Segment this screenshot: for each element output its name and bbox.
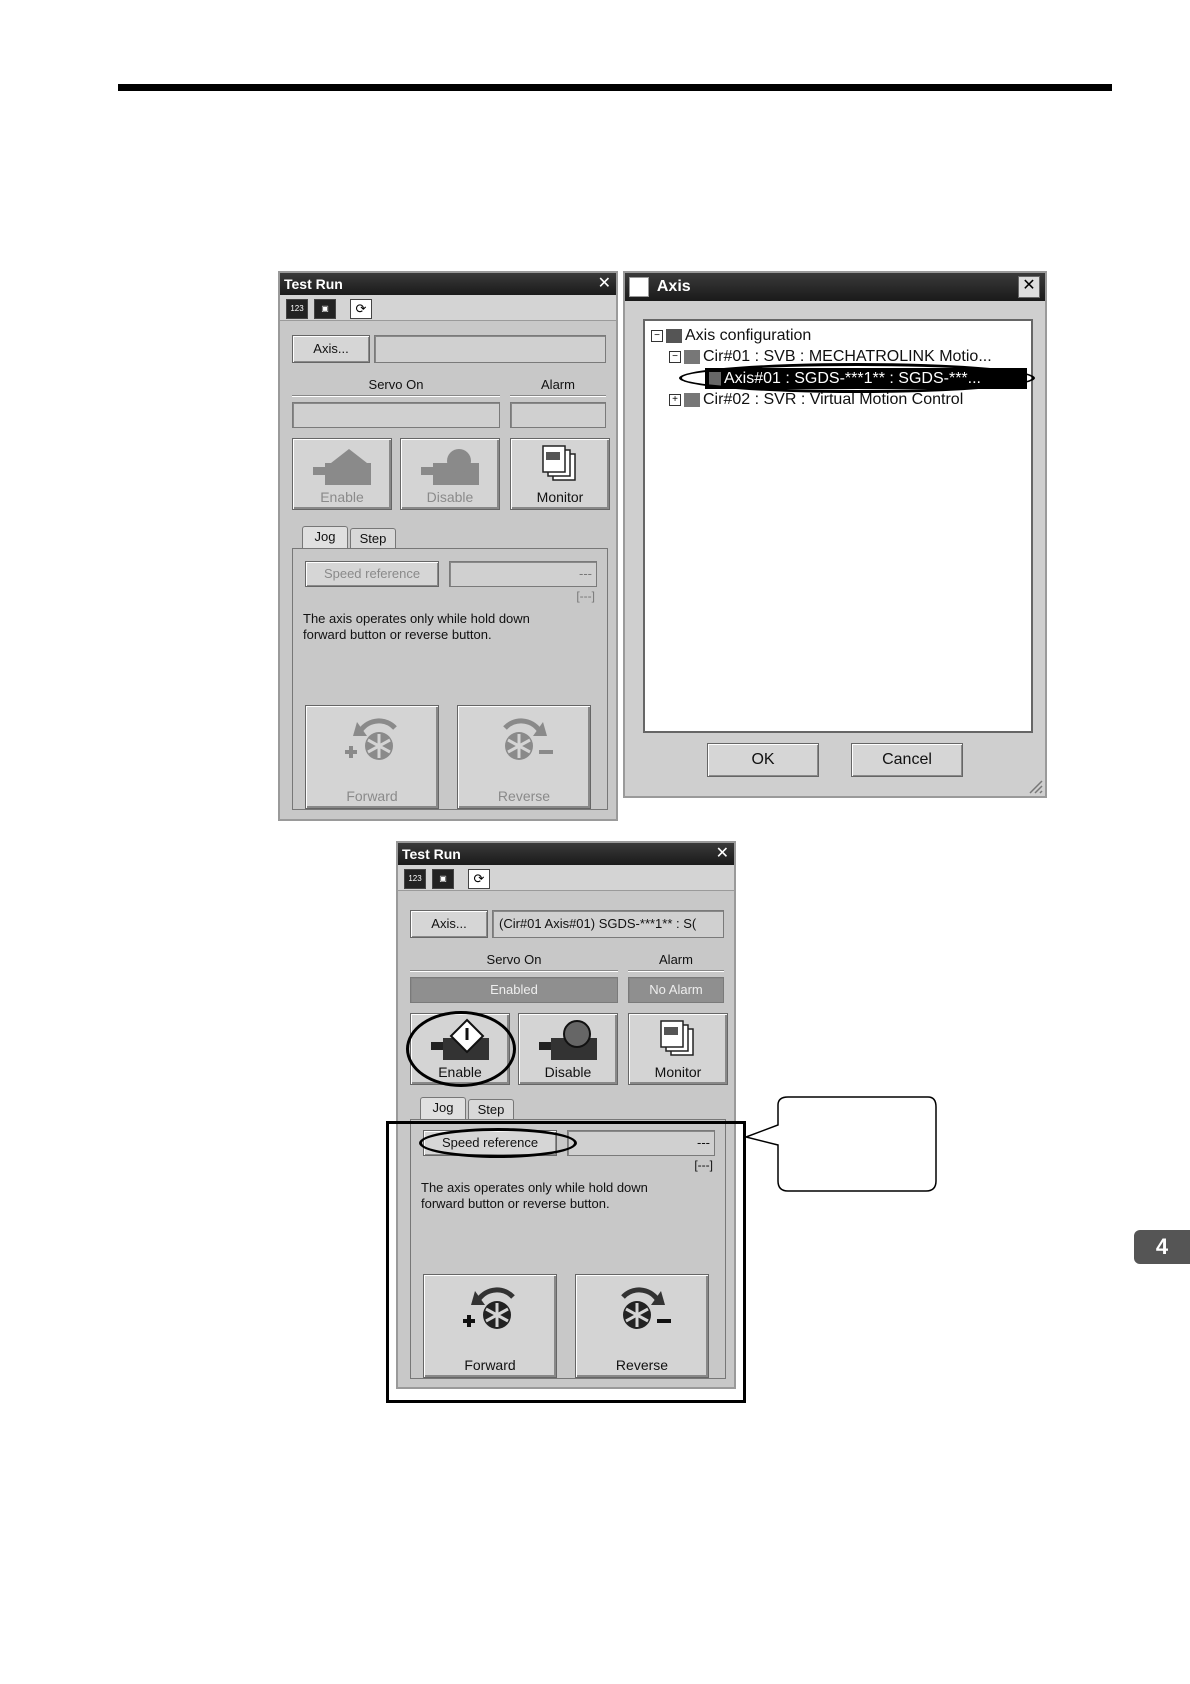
servo-disable-icon (539, 1020, 597, 1060)
forward-rotation-icon (345, 718, 397, 760)
divider (628, 970, 724, 972)
tab-step[interactable]: Step (468, 1099, 514, 1119)
axis-button[interactable]: Axis... (410, 910, 488, 938)
divider (410, 970, 618, 972)
alarm-status (510, 402, 606, 428)
toolbar: 123 ▣ ⟳ (280, 295, 616, 321)
test-run-window-before: Test Run ✕ 123 ▣ ⟳ Axis... Servo On Alar… (278, 271, 618, 821)
counter-icon[interactable]: 123 (404, 869, 426, 889)
title-bar: Axis ✕ (625, 273, 1045, 301)
reverse-button[interactable]: Reverse (457, 705, 591, 809)
reverse-label: Reverse (497, 788, 551, 804)
tab-jog[interactable]: Jog (420, 1097, 466, 1119)
monitor-label: Monitor (654, 1064, 702, 1080)
counter-icon[interactable]: 123 (286, 299, 308, 319)
close-icon[interactable]: ✕ (1018, 276, 1040, 298)
disable-label: Disable (544, 1064, 592, 1080)
monitor-label: Monitor (536, 489, 584, 505)
servo-status: Enabled (410, 977, 618, 1003)
tree-item-axis-configuration[interactable]: − Axis configuration (651, 325, 1027, 346)
tree-label: Axis configuration (685, 327, 812, 344)
tab-step[interactable]: Step (350, 528, 396, 548)
speed-value-field[interactable]: --- (449, 561, 597, 587)
axis-field: (Cir#01 Axis#01) SGDS-***1** : S( (492, 910, 724, 938)
record-icon[interactable]: ▣ (432, 869, 454, 889)
window-title: Test Run (284, 276, 343, 292)
speed-reference-button[interactable]: Speed reference (305, 561, 439, 587)
disable-label: Disable (426, 489, 474, 505)
title-bar: Test Run ✕ (280, 273, 616, 295)
divider (292, 395, 500, 397)
toolbar: 123 ▣ ⟳ (398, 865, 734, 891)
tree-config-icon (666, 328, 682, 343)
chapter-tab: 4 (1134, 1230, 1190, 1264)
forward-label: Forward (346, 788, 398, 804)
tree-circuit-icon (684, 392, 700, 407)
jog-instruction-note: The axis operates only while hold down f… (303, 611, 530, 642)
axis-tree[interactable]: − Axis configuration − Cir#01 : SVB : MECH… (643, 319, 1035, 733)
speed-unit: [---] (576, 589, 595, 603)
axis-field (374, 335, 606, 363)
tab-jog[interactable]: Jog (302, 526, 348, 548)
monitor-button[interactable]: Monitor (628, 1013, 728, 1085)
resize-grip-icon[interactable] (1027, 778, 1043, 794)
divider (510, 395, 606, 397)
callout-bubble (743, 1096, 937, 1192)
enable-highlight-ring (406, 1011, 516, 1087)
monitor-icon (660, 1020, 694, 1056)
refresh-icon[interactable]: ⟳ (350, 299, 372, 319)
refresh-icon[interactable]: ⟳ (468, 869, 490, 889)
tree-circuit-icon (684, 349, 700, 364)
expand-icon[interactable]: + (669, 393, 681, 406)
cancel-button[interactable]: Cancel (851, 743, 963, 777)
close-icon[interactable]: ✕ (598, 273, 611, 295)
axis-button[interactable]: Axis... (292, 335, 370, 363)
alarm-label: Alarm (541, 377, 575, 392)
ok-button[interactable]: OK (707, 743, 819, 777)
collapse-icon[interactable]: − (669, 350, 681, 363)
servo-on-label: Servo On (486, 952, 542, 967)
page-header-rule (118, 84, 1112, 91)
monitor-icon (542, 445, 576, 481)
reverse-rotation-icon (503, 718, 553, 760)
jog-panel: Speed reference --- [---] The axis opera… (292, 548, 608, 810)
highlight-ring (679, 363, 1035, 393)
axis-dialog-icon (629, 276, 649, 297)
servo-motor-icon (421, 449, 479, 485)
dialog-title: Axis (656, 278, 691, 295)
enable-button[interactable]: Enable (292, 438, 392, 510)
jog-panel-highlight-box (386, 1121, 746, 1403)
window-title: Test Run (402, 846, 461, 862)
disable-button[interactable]: Disable (518, 1013, 618, 1085)
enable-label: Enable (320, 489, 364, 505)
monitor-button[interactable]: Monitor (510, 438, 610, 510)
axis-dialog: Axis ✕ − Axis configuration − Cir#01 : SVB… (623, 271, 1047, 798)
servo-on-label: Servo On (368, 377, 424, 392)
disable-button[interactable]: Disable (400, 438, 500, 510)
alarm-label: Alarm (659, 952, 693, 967)
tree-label: Cir#02 : SVR : Virtual Motion Control (703, 391, 964, 408)
alarm-status: No Alarm (628, 977, 724, 1003)
servo-status (292, 402, 500, 428)
forward-button[interactable]: Forward (305, 705, 439, 809)
close-icon[interactable]: ✕ (716, 843, 729, 865)
collapse-icon[interactable]: − (651, 329, 663, 342)
servo-motor-icon (313, 449, 371, 485)
record-icon[interactable]: ▣ (314, 299, 336, 319)
title-bar: Test Run ✕ (398, 843, 734, 865)
